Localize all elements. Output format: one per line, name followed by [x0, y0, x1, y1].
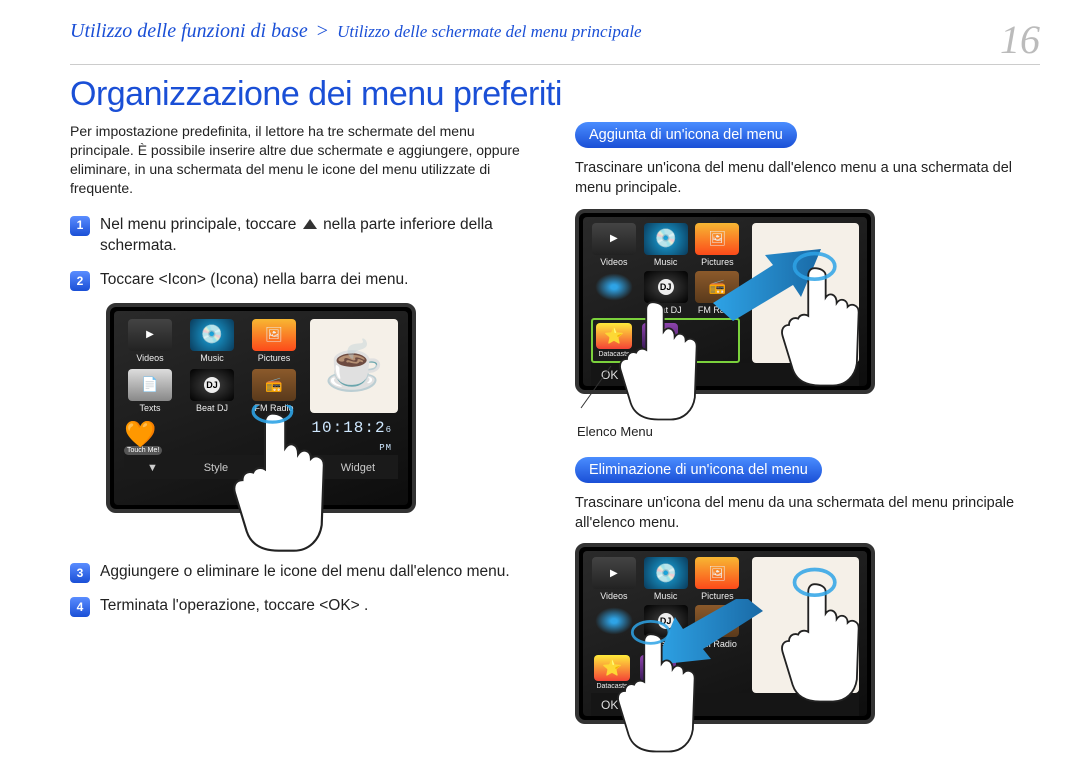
- page-number: 16: [1000, 20, 1040, 60]
- app-datacasts: Datacasts: [596, 323, 632, 358]
- video-icon: [592, 557, 636, 589]
- star-icon: [594, 655, 630, 681]
- music-icon: [644, 223, 688, 255]
- app-datacasts: Datacasts: [594, 655, 630, 690]
- delete-icon-heading: Eliminazione di un'icona del menu: [575, 457, 822, 483]
- style-button: Style: [196, 461, 236, 475]
- beatdj-icon: [190, 369, 234, 401]
- app-texts: Texts: [124, 369, 176, 413]
- device-screenshot-2: Videos Music Pictures Beat DJ FM Radio D…: [575, 209, 875, 394]
- step-text: Toccare <Icon> (Icona) nella barra dei m…: [100, 269, 408, 291]
- app-beatdj: Beat DJ: [643, 271, 689, 315]
- right-column: Aggiunta di un'icona del menu Trascinare…: [575, 122, 1040, 732]
- ok-bar: OK ∧ ∨: [591, 693, 859, 716]
- breadcrumb-separator: >: [313, 20, 332, 42]
- app-music: Music: [643, 223, 689, 267]
- pictures-icon: [252, 319, 296, 351]
- add-icon-text: Trascinare un'icona del menu dall'elenco…: [575, 158, 1040, 199]
- video-icon: [128, 319, 172, 351]
- target-glow-icon: [592, 605, 636, 637]
- chevron-up-icon: ∧: [642, 368, 651, 382]
- chevron-up-icon: ∧: [642, 698, 651, 712]
- page-header: Utilizzo delle funzioni di base > Utiliz…: [70, 20, 1040, 65]
- app-beatdj: Beat DJ: [186, 369, 238, 413]
- callout-line: [577, 366, 627, 416]
- intro-text: Per impostazione predefinita, il lettore…: [70, 122, 535, 198]
- step-2: 2 Toccare <Icon> (Icona) nella barra dei…: [70, 269, 535, 291]
- gingerbread-icon: 🧡Touch Me!: [124, 419, 162, 455]
- step-4: 4 Terminata l'operazione, toccare <OK> .: [70, 595, 535, 617]
- breadcrumb-sub: Utilizzo delle schermate del menu princi…: [337, 22, 642, 41]
- menu-list-label: Elenco Menu: [577, 424, 1040, 439]
- app-music: Music: [643, 557, 689, 601]
- step-badge: 2: [70, 271, 90, 291]
- chevron-down-icon: ∨: [675, 368, 684, 382]
- app-videos: Videos: [591, 557, 637, 601]
- star-icon: [596, 323, 632, 349]
- step-text: Nel menu principale, toccare nella parte…: [100, 214, 535, 257]
- clock-widget: 08:09:: [787, 341, 855, 361]
- music-icon: [644, 557, 688, 589]
- icon-button: Icon: [266, 461, 303, 475]
- step-badge: 1: [70, 216, 90, 236]
- page-title: Organizzazione dei menu preferiti: [70, 75, 1040, 114]
- app-fmradio: FM Radio: [248, 369, 300, 413]
- menu-list-highlight: Datacasts Address Book: [591, 318, 740, 363]
- app-blank: [591, 271, 637, 315]
- addressbook-icon: [642, 323, 678, 349]
- pictures-icon: [695, 557, 739, 589]
- down-icon: ▼: [139, 461, 166, 475]
- step-badge: 3: [70, 563, 90, 583]
- step-text: Aggiungere o eliminare le icone del menu…: [100, 561, 510, 583]
- radio-icon: [252, 369, 296, 401]
- breadcrumb-main: Utilizzo delle funzioni di base: [70, 20, 308, 42]
- menu-bar: ▼ Style Icon Widget: [124, 455, 398, 479]
- ok-button: OK: [601, 698, 618, 712]
- app-videos: Videos: [124, 319, 176, 363]
- delete-icon-text: Trascinare un'icona del menu da una sche…: [575, 493, 1040, 534]
- step-text: Terminata l'operazione, toccare <OK> .: [100, 595, 368, 617]
- device-screenshot-3: Videos Music Pictures Beat DJ FM Radio D…: [575, 543, 875, 724]
- left-column: Per impostazione predefinita, il lettore…: [70, 122, 535, 732]
- drag-arrow-sw-icon: [653, 599, 773, 679]
- beatdj-icon: [644, 271, 688, 303]
- app-videos: Videos: [591, 223, 637, 267]
- widget-button: Widget: [333, 461, 383, 475]
- step-1: 1 Nel menu principale, toccare nella par…: [70, 214, 535, 257]
- coffee-placeholder: ☕: [310, 319, 398, 413]
- device-screenshot-1: Videos Music Pictures ☕ Texts Beat DJ FM…: [106, 303, 416, 513]
- texts-icon: [128, 369, 172, 401]
- app-pictures: Pictures: [248, 319, 300, 363]
- step-3: 3 Aggiungere o eliminare le icone del me…: [70, 561, 535, 583]
- app-blank: [591, 605, 637, 649]
- ok-bar: OK ∧ ∨: [591, 363, 859, 386]
- app-addrbook: Address Book: [638, 323, 682, 358]
- clock-widget: 10:18:26PM: [305, 415, 398, 455]
- drag-arrow-ne-icon: [703, 243, 823, 323]
- chevron-down-icon: ∨: [675, 698, 684, 712]
- step-badge: 4: [70, 597, 90, 617]
- app-music: Music: [186, 319, 238, 363]
- music-icon: [190, 319, 234, 351]
- app-pictures: Pictures: [695, 557, 741, 601]
- video-icon: [592, 223, 636, 255]
- breadcrumb: Utilizzo delle funzioni di base > Utiliz…: [70, 20, 642, 43]
- target-glow-icon: [592, 271, 636, 303]
- add-icon-heading: Aggiunta di un'icona del menu: [575, 122, 797, 148]
- clock-widget: 08:09:: [787, 671, 855, 691]
- up-triangle-icon: [303, 219, 317, 229]
